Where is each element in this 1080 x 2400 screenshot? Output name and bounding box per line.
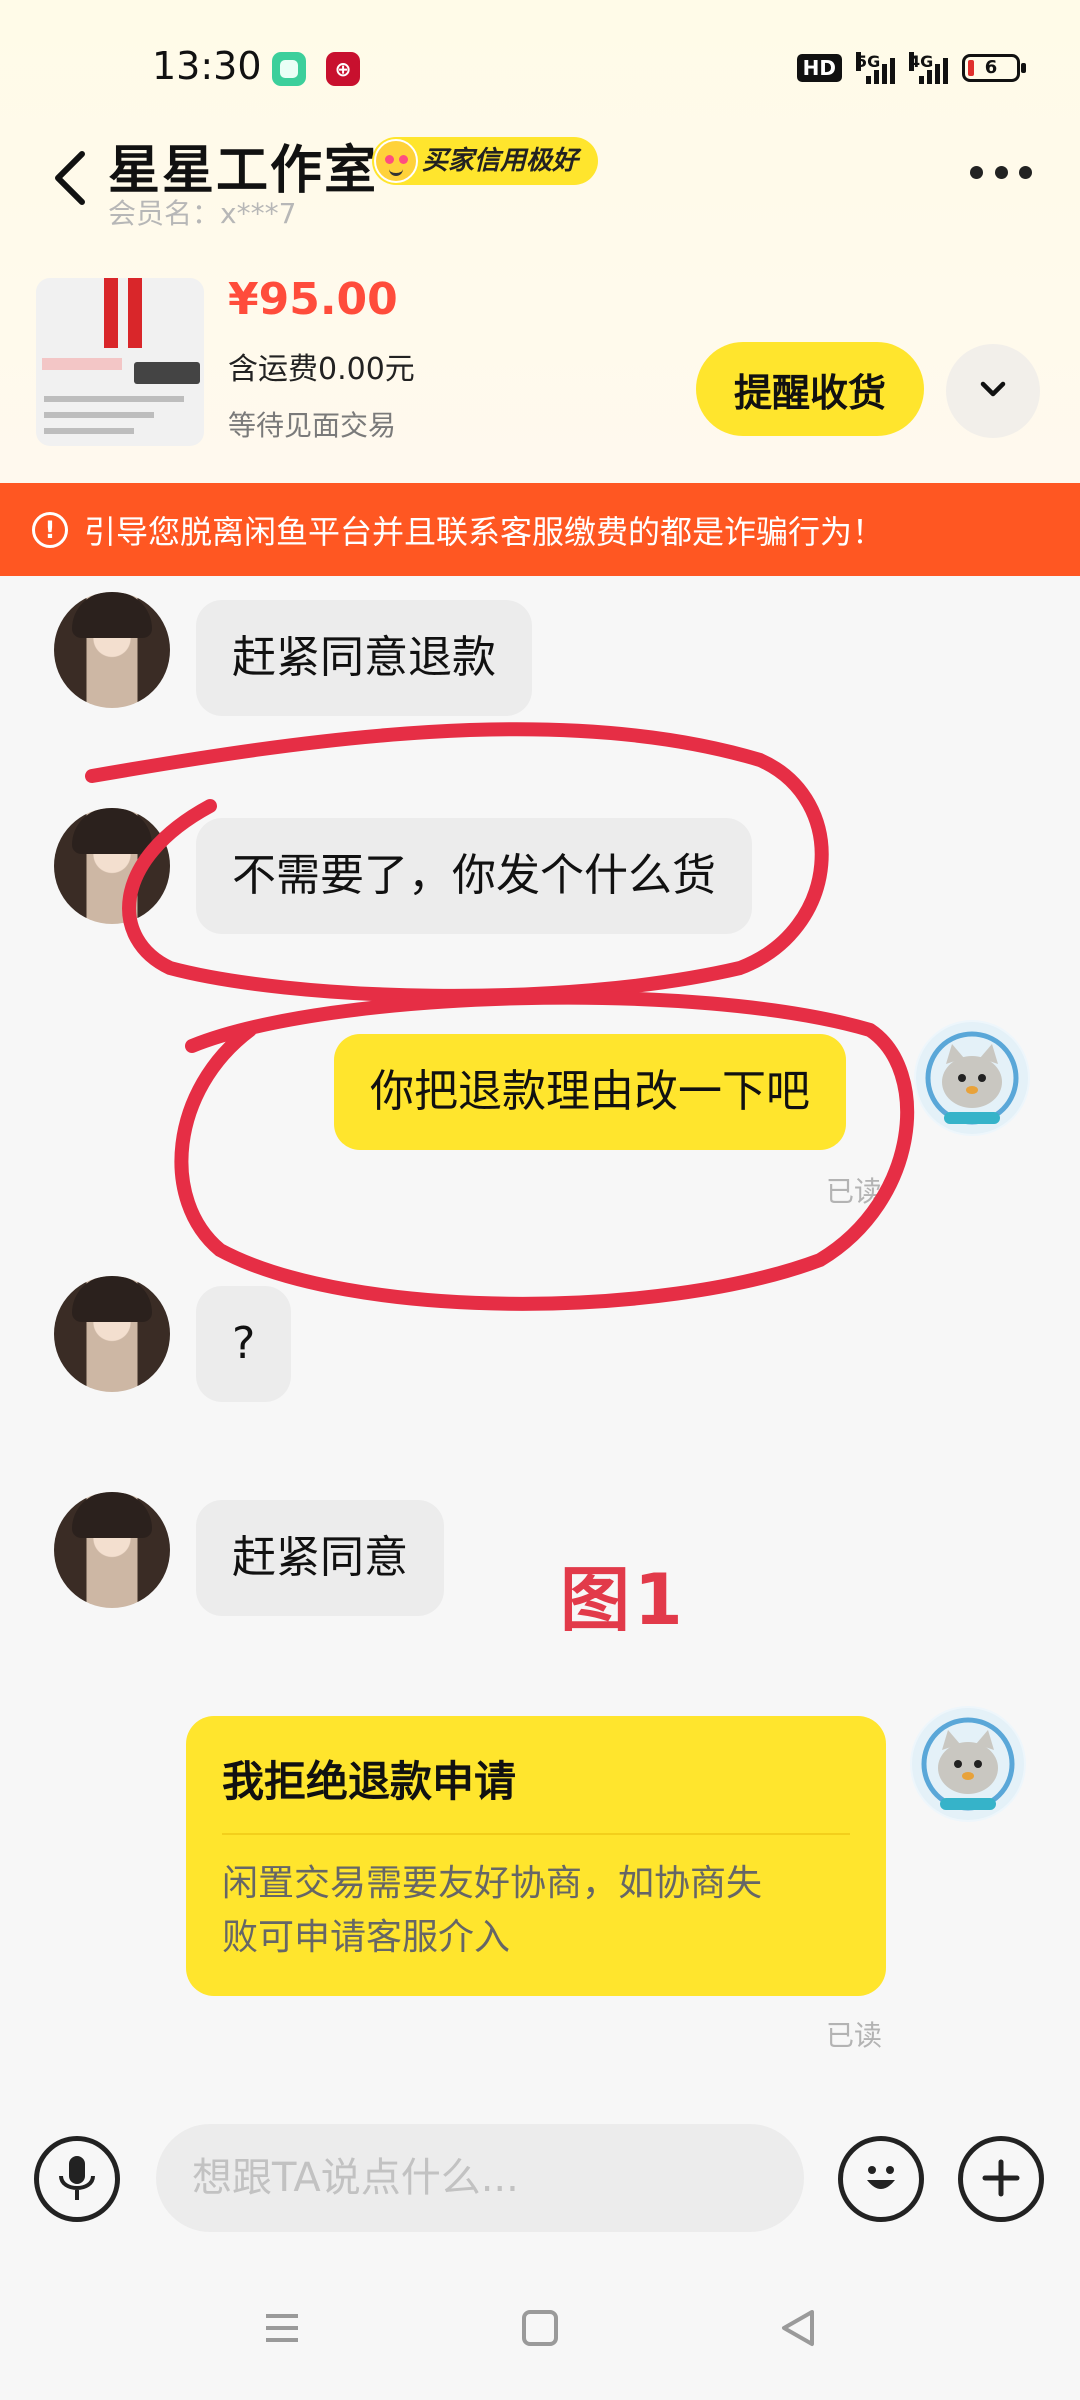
my-avatar[interactable] bbox=[910, 1706, 1026, 1822]
plus-icon bbox=[982, 2159, 1020, 2196]
status-bar: 13:30 ⊕ HD 5G 4G 6 bbox=[0, 0, 1080, 130]
warning-icon: ! bbox=[32, 511, 68, 548]
member-name: 会员名：x***7 bbox=[108, 197, 297, 230]
network-4g-label: 4G bbox=[909, 52, 934, 71]
back-icon[interactable] bbox=[48, 148, 96, 208]
message-bubble: 你把退款理由改一下吧 bbox=[334, 1034, 846, 1150]
warning-text: 引导您脱离闲鱼平台并且联系客服缴费的都是诈骗行为！ bbox=[84, 512, 885, 551]
message-input[interactable] bbox=[156, 2124, 804, 2232]
emoji-button[interactable] bbox=[838, 2136, 924, 2222]
message-bubble: 赶紧同意退款 bbox=[196, 600, 532, 716]
expand-button[interactable] bbox=[946, 344, 1040, 438]
fraud-warning-banner: ! 引导您脱离闲鱼平台并且联系客服缴费的都是诈骗行为！ bbox=[0, 483, 1080, 576]
product-price: ¥95.00 bbox=[228, 274, 398, 325]
menu-nav-icon[interactable] bbox=[252, 2298, 312, 2358]
voice-input-button[interactable] bbox=[34, 2136, 120, 2222]
message-bubble: 赶紧同意 bbox=[196, 1500, 444, 1616]
emoji-icon bbox=[867, 2165, 895, 2189]
status-indicators: HD 5G 4G 6 bbox=[796, 50, 1026, 86]
notification-app-icon bbox=[272, 52, 306, 86]
product-thumbnail[interactable] bbox=[36, 278, 204, 446]
read-status: 已读 bbox=[826, 2019, 883, 2052]
network-5g-label: 5G bbox=[856, 52, 881, 71]
more-actions-button[interactable] bbox=[958, 2136, 1044, 2222]
microphone-icon bbox=[59, 2155, 95, 2200]
system-navigation-bar bbox=[0, 2270, 1080, 2400]
cat-astronaut-icon bbox=[912, 1708, 1024, 1820]
signal-4g-icon: 4G bbox=[909, 52, 948, 84]
back-nav-icon[interactable] bbox=[768, 2298, 828, 2358]
read-status: 已读 bbox=[826, 1175, 883, 1208]
credit-badge: 买家信用极好 bbox=[372, 137, 599, 185]
seller-avatar[interactable] bbox=[54, 808, 170, 924]
seller-avatar[interactable] bbox=[54, 1276, 170, 1392]
chevron-down-icon bbox=[980, 381, 1006, 396]
message-bubble: 不需要了，你发个什么货 bbox=[196, 818, 752, 934]
seller-avatar[interactable] bbox=[54, 592, 170, 708]
refund-desc-line: 败可申请客服介入 bbox=[222, 1917, 511, 1958]
message-bubble: ? bbox=[196, 1286, 292, 1402]
status-time: 13:30 bbox=[152, 44, 262, 88]
hd-icon: HD bbox=[796, 54, 842, 82]
cat-astronaut-icon bbox=[916, 1022, 1028, 1134]
battery-icon: 6 bbox=[962, 54, 1026, 82]
refund-rejection-card[interactable]: 我拒绝退款申请 闲置交易需要友好协商，如协商失 败可申请客服介入 bbox=[186, 1716, 886, 1996]
home-nav-icon[interactable] bbox=[510, 2298, 570, 2358]
refund-card-description: 闲置交易需要友好协商，如协商失 败可申请客服介入 bbox=[222, 1857, 850, 1965]
refund-card-divider bbox=[222, 1833, 850, 1835]
signal-5g-icon: 5G bbox=[856, 52, 895, 84]
trade-status: 等待见面交易 bbox=[228, 409, 397, 442]
bank-app-icon: ⊕ bbox=[326, 52, 360, 86]
shipping-fee: 含运费0.00元 bbox=[228, 352, 415, 387]
refund-card-title: 我拒绝退款申请 bbox=[222, 1757, 517, 1806]
refund-desc-line: 闲置交易需要友好协商，如协商失 bbox=[222, 1863, 763, 1904]
credit-badge-label: 买家信用极好 bbox=[422, 146, 579, 176]
more-options-icon[interactable] bbox=[970, 166, 1032, 182]
remind-receipt-button[interactable]: 提醒收货 bbox=[696, 342, 924, 436]
my-avatar[interactable] bbox=[914, 1020, 1030, 1136]
seller-avatar[interactable] bbox=[54, 1492, 170, 1608]
annotation-label: 图1 bbox=[560, 1559, 687, 1641]
smile-face-icon bbox=[374, 139, 418, 183]
